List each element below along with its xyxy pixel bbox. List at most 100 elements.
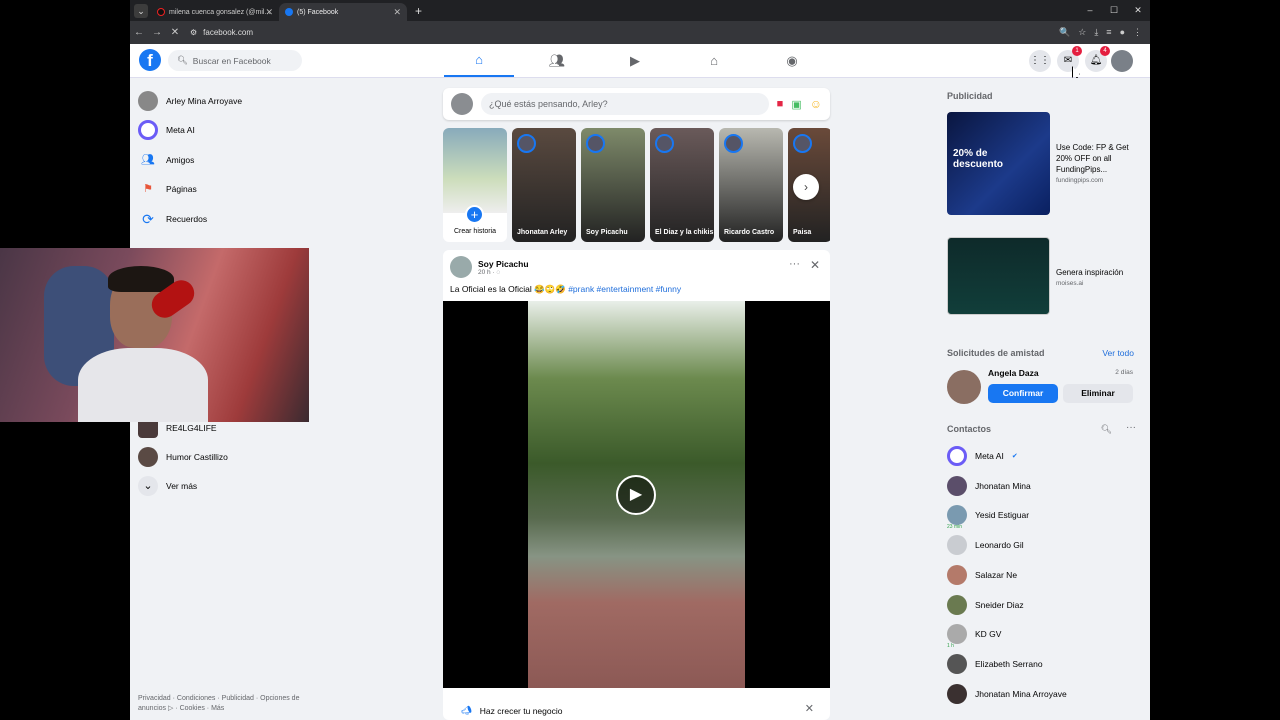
more-options-icon[interactable]: ··· bbox=[789, 258, 800, 270]
contact-name: Leonardo Gil bbox=[975, 540, 1024, 551]
close-promo-icon[interactable]: ✕ bbox=[805, 702, 814, 715]
ad-fundingpips[interactable]: 20% de descuento Use Code: FP & Get 20% … bbox=[947, 112, 1142, 215]
contact-item[interactable]: Sneider Diaz bbox=[947, 594, 1024, 615]
ad-image-text: 20% de descuento bbox=[953, 148, 1004, 170]
tab-tiktok[interactable]: milena cuenca gonsalez (@mil... ✕ bbox=[151, 3, 279, 21]
create-story-card[interactable]: + Crear historia bbox=[443, 128, 507, 242]
story-avatar bbox=[724, 134, 743, 153]
back-icon[interactable]: ← bbox=[130, 27, 148, 38]
account-avatar[interactable] bbox=[1111, 50, 1133, 72]
nav-home-icon[interactable]: ⌂ bbox=[444, 44, 514, 77]
zoom-icon[interactable]: 🔍 bbox=[1059, 27, 1070, 38]
menu-grid-icon[interactable]: ⋮⋮ bbox=[1029, 50, 1051, 72]
contact-name: Yesid Estiguar bbox=[975, 510, 1030, 521]
browser-menu-icon[interactable]: ⋮ bbox=[1133, 27, 1142, 38]
post-author[interactable]: Soy Picachu bbox=[478, 259, 529, 269]
address-field[interactable]: ⚙ facebook.com bbox=[190, 28, 1059, 37]
confirm-button[interactable]: Confirmar bbox=[988, 384, 1058, 403]
friends-icon: 👥︎ bbox=[141, 154, 155, 166]
photo-icon[interactable]: ▣ bbox=[791, 98, 801, 111]
contact-avatar bbox=[947, 535, 967, 556]
post-video[interactable]: ▶ bbox=[443, 301, 830, 688]
stop-loading-icon[interactable]: ✕ bbox=[166, 27, 184, 38]
search-contacts-icon[interactable]: 🔍︎ bbox=[1101, 424, 1112, 435]
sidebar-item-label: Meta AI bbox=[166, 125, 195, 135]
messenger-icon[interactable]: ✉ 1 bbox=[1057, 46, 1082, 72]
nav-friends-icon[interactable]: 👥︎ bbox=[522, 44, 592, 77]
sidebar-item-meta-ai[interactable]: Meta AI bbox=[138, 120, 195, 140]
close-window-icon[interactable]: ✕ bbox=[1126, 0, 1150, 20]
sidebar-item-paginas[interactable]: ⚑ Páginas bbox=[138, 179, 197, 199]
tab-search-icon[interactable]: ⌄ bbox=[134, 4, 148, 18]
nav-marketplace-icon[interactable]: ⌂ bbox=[679, 44, 749, 77]
contacts-options-icon[interactable]: ··· bbox=[1126, 422, 1136, 433]
contact-item[interactable]: Leonardo Gil bbox=[947, 535, 1024, 556]
profile-avatar bbox=[138, 91, 158, 111]
sidebar-item-amigos[interactable]: 👥︎ Amigos bbox=[138, 150, 194, 170]
maximize-icon[interactable]: ☐ bbox=[1102, 0, 1126, 20]
search-input[interactable]: 🔍︎ Buscar en Facebook bbox=[168, 50, 302, 71]
story-avatar bbox=[586, 134, 605, 153]
story-card[interactable]: Soy Picachu bbox=[581, 128, 645, 242]
contact-item[interactable]: Jhonatan Mina bbox=[947, 475, 1031, 496]
tab-facebook[interactable]: (5) Facebook ✕ bbox=[279, 3, 407, 21]
close-tab-icon[interactable]: ✕ bbox=[393, 7, 401, 18]
post-time[interactable]: 20 h · bbox=[478, 269, 496, 276]
minimize-icon[interactable]: – bbox=[1078, 0, 1102, 20]
promo-label: Haz crecer tu negocio bbox=[479, 705, 563, 716]
post-hashtags[interactable]: #prank #entertainment #funny bbox=[568, 284, 681, 294]
feeling-emoji-icon[interactable]: ☺ bbox=[810, 97, 822, 111]
see-all-link[interactable]: Ver todo bbox=[1102, 348, 1134, 358]
sidebar-item-label: Páginas bbox=[166, 184, 197, 194]
story-card[interactable]: El Diaz y la chikis bbox=[650, 128, 714, 242]
nav-groups-icon[interactable]: ◉ bbox=[757, 44, 827, 77]
play-icon[interactable]: ▶ bbox=[616, 475, 656, 515]
story-name: Soy Picachu bbox=[586, 229, 628, 236]
story-card[interactable]: Jhonatan Arley bbox=[512, 128, 576, 242]
live-video-icon[interactable]: ■ bbox=[777, 98, 784, 110]
contact-avatar bbox=[947, 653, 967, 674]
story-card[interactable]: Ricardo Castro bbox=[719, 128, 783, 242]
nav-video-icon[interactable]: ▶ bbox=[600, 44, 670, 77]
contact-item[interactable]: Meta AI ✔ bbox=[947, 446, 1018, 466]
sidebar-item-ver-mas[interactable]: ⌄ Ver más bbox=[138, 476, 197, 496]
post-caption: La Oficial es la Oficial 😂🙄🤣 bbox=[450, 284, 569, 294]
requester-name[interactable]: Angela Daza bbox=[988, 368, 1039, 378]
sidebar-item-humor-castillizo[interactable]: Humor Castillizo bbox=[138, 447, 228, 467]
webcam-overlay bbox=[0, 248, 309, 422]
delete-button[interactable]: Eliminar bbox=[1063, 384, 1133, 403]
contact-item[interactable]: Elizabeth Serrano bbox=[947, 653, 1043, 674]
post-composer: ¿Qué estás pensando, Arley? ■ ▣ ☺ bbox=[443, 88, 830, 120]
site-info-icon[interactable]: ⚙ bbox=[190, 28, 197, 37]
download-icon[interactable]: ⤓ bbox=[1094, 27, 1098, 38]
sidebar-item-recuerdos[interactable]: ⟳ Recuerdos bbox=[138, 209, 207, 229]
requester-avatar[interactable] bbox=[947, 370, 981, 404]
composer-input[interactable]: ¿Qué estás pensando, Arley? bbox=[481, 93, 769, 115]
post-author-avatar[interactable] bbox=[450, 256, 472, 278]
profile-icon[interactable]: ● bbox=[1120, 27, 1125, 38]
promo-row[interactable]: 📣︎ Haz crecer tu negocio bbox=[461, 705, 562, 716]
new-tab-icon[interactable]: + bbox=[415, 4, 422, 18]
verified-icon: ✔ bbox=[1011, 453, 1018, 460]
forward-icon[interactable]: → bbox=[148, 27, 166, 38]
notifications-bell-icon[interactable]: 🔔︎ 4 bbox=[1085, 46, 1110, 72]
contact-item[interactable]: 1 h KD GV bbox=[947, 624, 1001, 649]
bookmark-star-icon[interactable]: ☆ bbox=[1078, 27, 1086, 38]
extensions-icon[interactable]: ≡ bbox=[1106, 27, 1111, 38]
ads-heading: Publicidad bbox=[947, 91, 993, 101]
sidebar-item-label: Arley Mina Arroyave bbox=[166, 96, 243, 106]
facebook-logo-icon[interactable]: f bbox=[139, 49, 161, 71]
close-tab-icon[interactable]: ✕ bbox=[265, 7, 273, 18]
friend-requests-heading: Solicitudes de amistad bbox=[947, 348, 1045, 358]
url-text: facebook.com bbox=[203, 28, 253, 37]
ad-image: 20% de descuento bbox=[947, 112, 1050, 215]
contact-item[interactable]: 23 min Yesid Estiguar bbox=[947, 505, 1030, 530]
sidebar-item-profile[interactable]: Arley Mina Arroyave bbox=[138, 91, 242, 111]
contact-item[interactable]: Salazar Ne bbox=[947, 564, 1017, 585]
footer-links[interactable]: Privacidad · Condiciones · Publicidad · … bbox=[138, 694, 328, 713]
contact-item[interactable]: Jhonatan Mina Arroyave bbox=[947, 683, 1067, 704]
window-controls: – ☐ ✕ bbox=[1078, 0, 1150, 20]
hide-post-icon[interactable]: ✕ bbox=[810, 258, 820, 272]
stories-next-icon[interactable]: › bbox=[793, 174, 819, 200]
ad-moises[interactable]: Genera inspiración moises.ai bbox=[947, 237, 1123, 315]
